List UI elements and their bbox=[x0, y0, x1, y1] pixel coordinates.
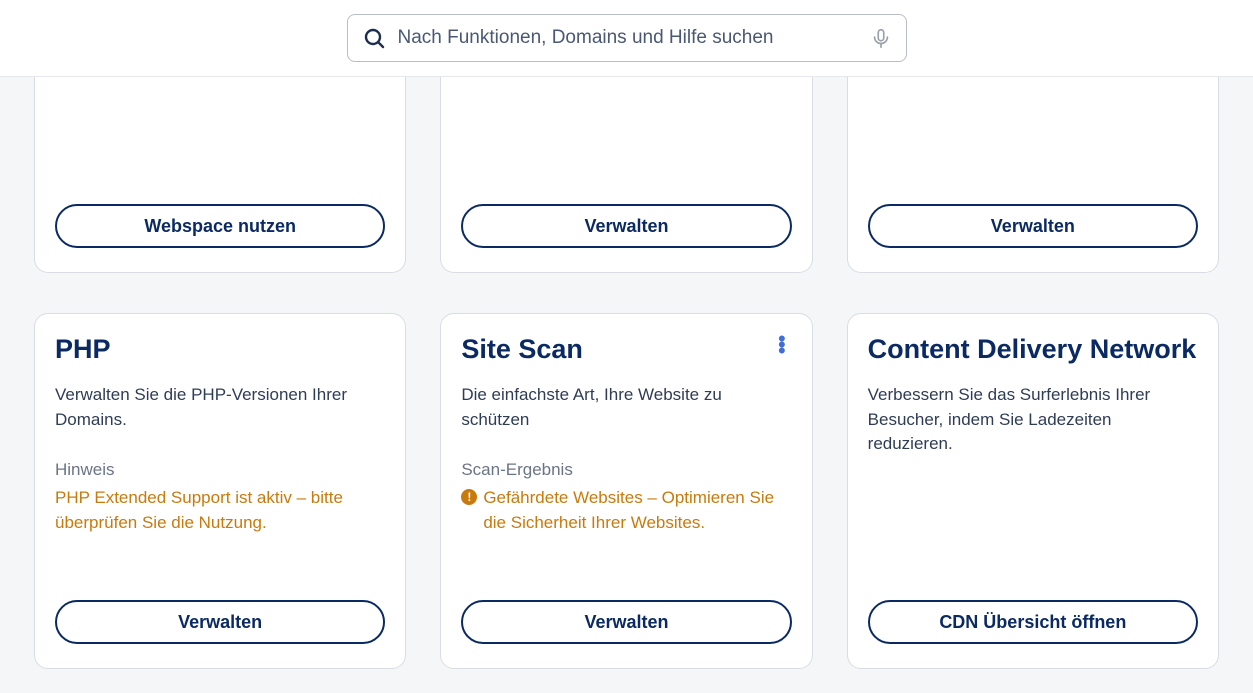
card-row-top: Webspace nutzen Verwalten Verwalten bbox=[34, 77, 1219, 273]
microphone-icon[interactable] bbox=[870, 27, 892, 49]
card-row-bottom: PHP Verwalten Sie die PHP-Versionen Ihre… bbox=[34, 313, 1219, 669]
manage-button-top-2[interactable]: Verwalten bbox=[461, 204, 791, 248]
card-php: PHP Verwalten Sie die PHP-Versionen Ihre… bbox=[34, 313, 406, 669]
card-top-3: Verwalten bbox=[847, 77, 1219, 273]
webspace-button[interactable]: Webspace nutzen bbox=[55, 204, 385, 248]
alert-icon: ! bbox=[461, 489, 477, 505]
search-icon bbox=[362, 26, 386, 50]
card-desc-cdn: Verbessern Sie das Surferlebnis Ihrer Be… bbox=[868, 383, 1198, 457]
card-cdn: Content Delivery Network Verbessern Sie … bbox=[847, 313, 1219, 669]
php-note: PHP Extended Support ist aktiv – bitte ü… bbox=[55, 486, 385, 535]
card-title-php: PHP bbox=[55, 334, 111, 365]
card-title-sitescan: Site Scan bbox=[461, 334, 583, 365]
sitescan-result-text: Gefährdete Websites – Optimieren Sie die… bbox=[483, 486, 791, 535]
php-note-label: Hinweis bbox=[55, 460, 385, 480]
card-top-2: Verwalten bbox=[440, 77, 812, 273]
card-desc-sitescan: Die einfachste Art, Ihre Website zu schü… bbox=[461, 383, 791, 432]
search-bar-container bbox=[0, 0, 1253, 77]
card-desc-php: Verwalten Sie die PHP-Versionen Ihrer Do… bbox=[55, 383, 385, 432]
card-title-cdn: Content Delivery Network bbox=[868, 334, 1197, 365]
sitescan-result-label: Scan-Ergebnis bbox=[461, 460, 791, 480]
search-bar[interactable] bbox=[347, 14, 907, 62]
manage-button-top-3[interactable]: Verwalten bbox=[868, 204, 1198, 248]
card-webspace: Webspace nutzen bbox=[34, 77, 406, 273]
kebab-menu-icon[interactable]: ••• bbox=[772, 334, 792, 356]
php-note-text: PHP Extended Support ist aktiv – bitte ü… bbox=[55, 486, 385, 535]
search-input[interactable] bbox=[398, 27, 858, 49]
sitescan-result: ! Gefährdete Websites – Optimieren Sie d… bbox=[461, 486, 791, 535]
card-sitescan: Site Scan ••• Die einfachste Art, Ihre W… bbox=[440, 313, 812, 669]
dashboard-content: Webspace nutzen Verwalten Verwalten PHP … bbox=[0, 77, 1253, 693]
